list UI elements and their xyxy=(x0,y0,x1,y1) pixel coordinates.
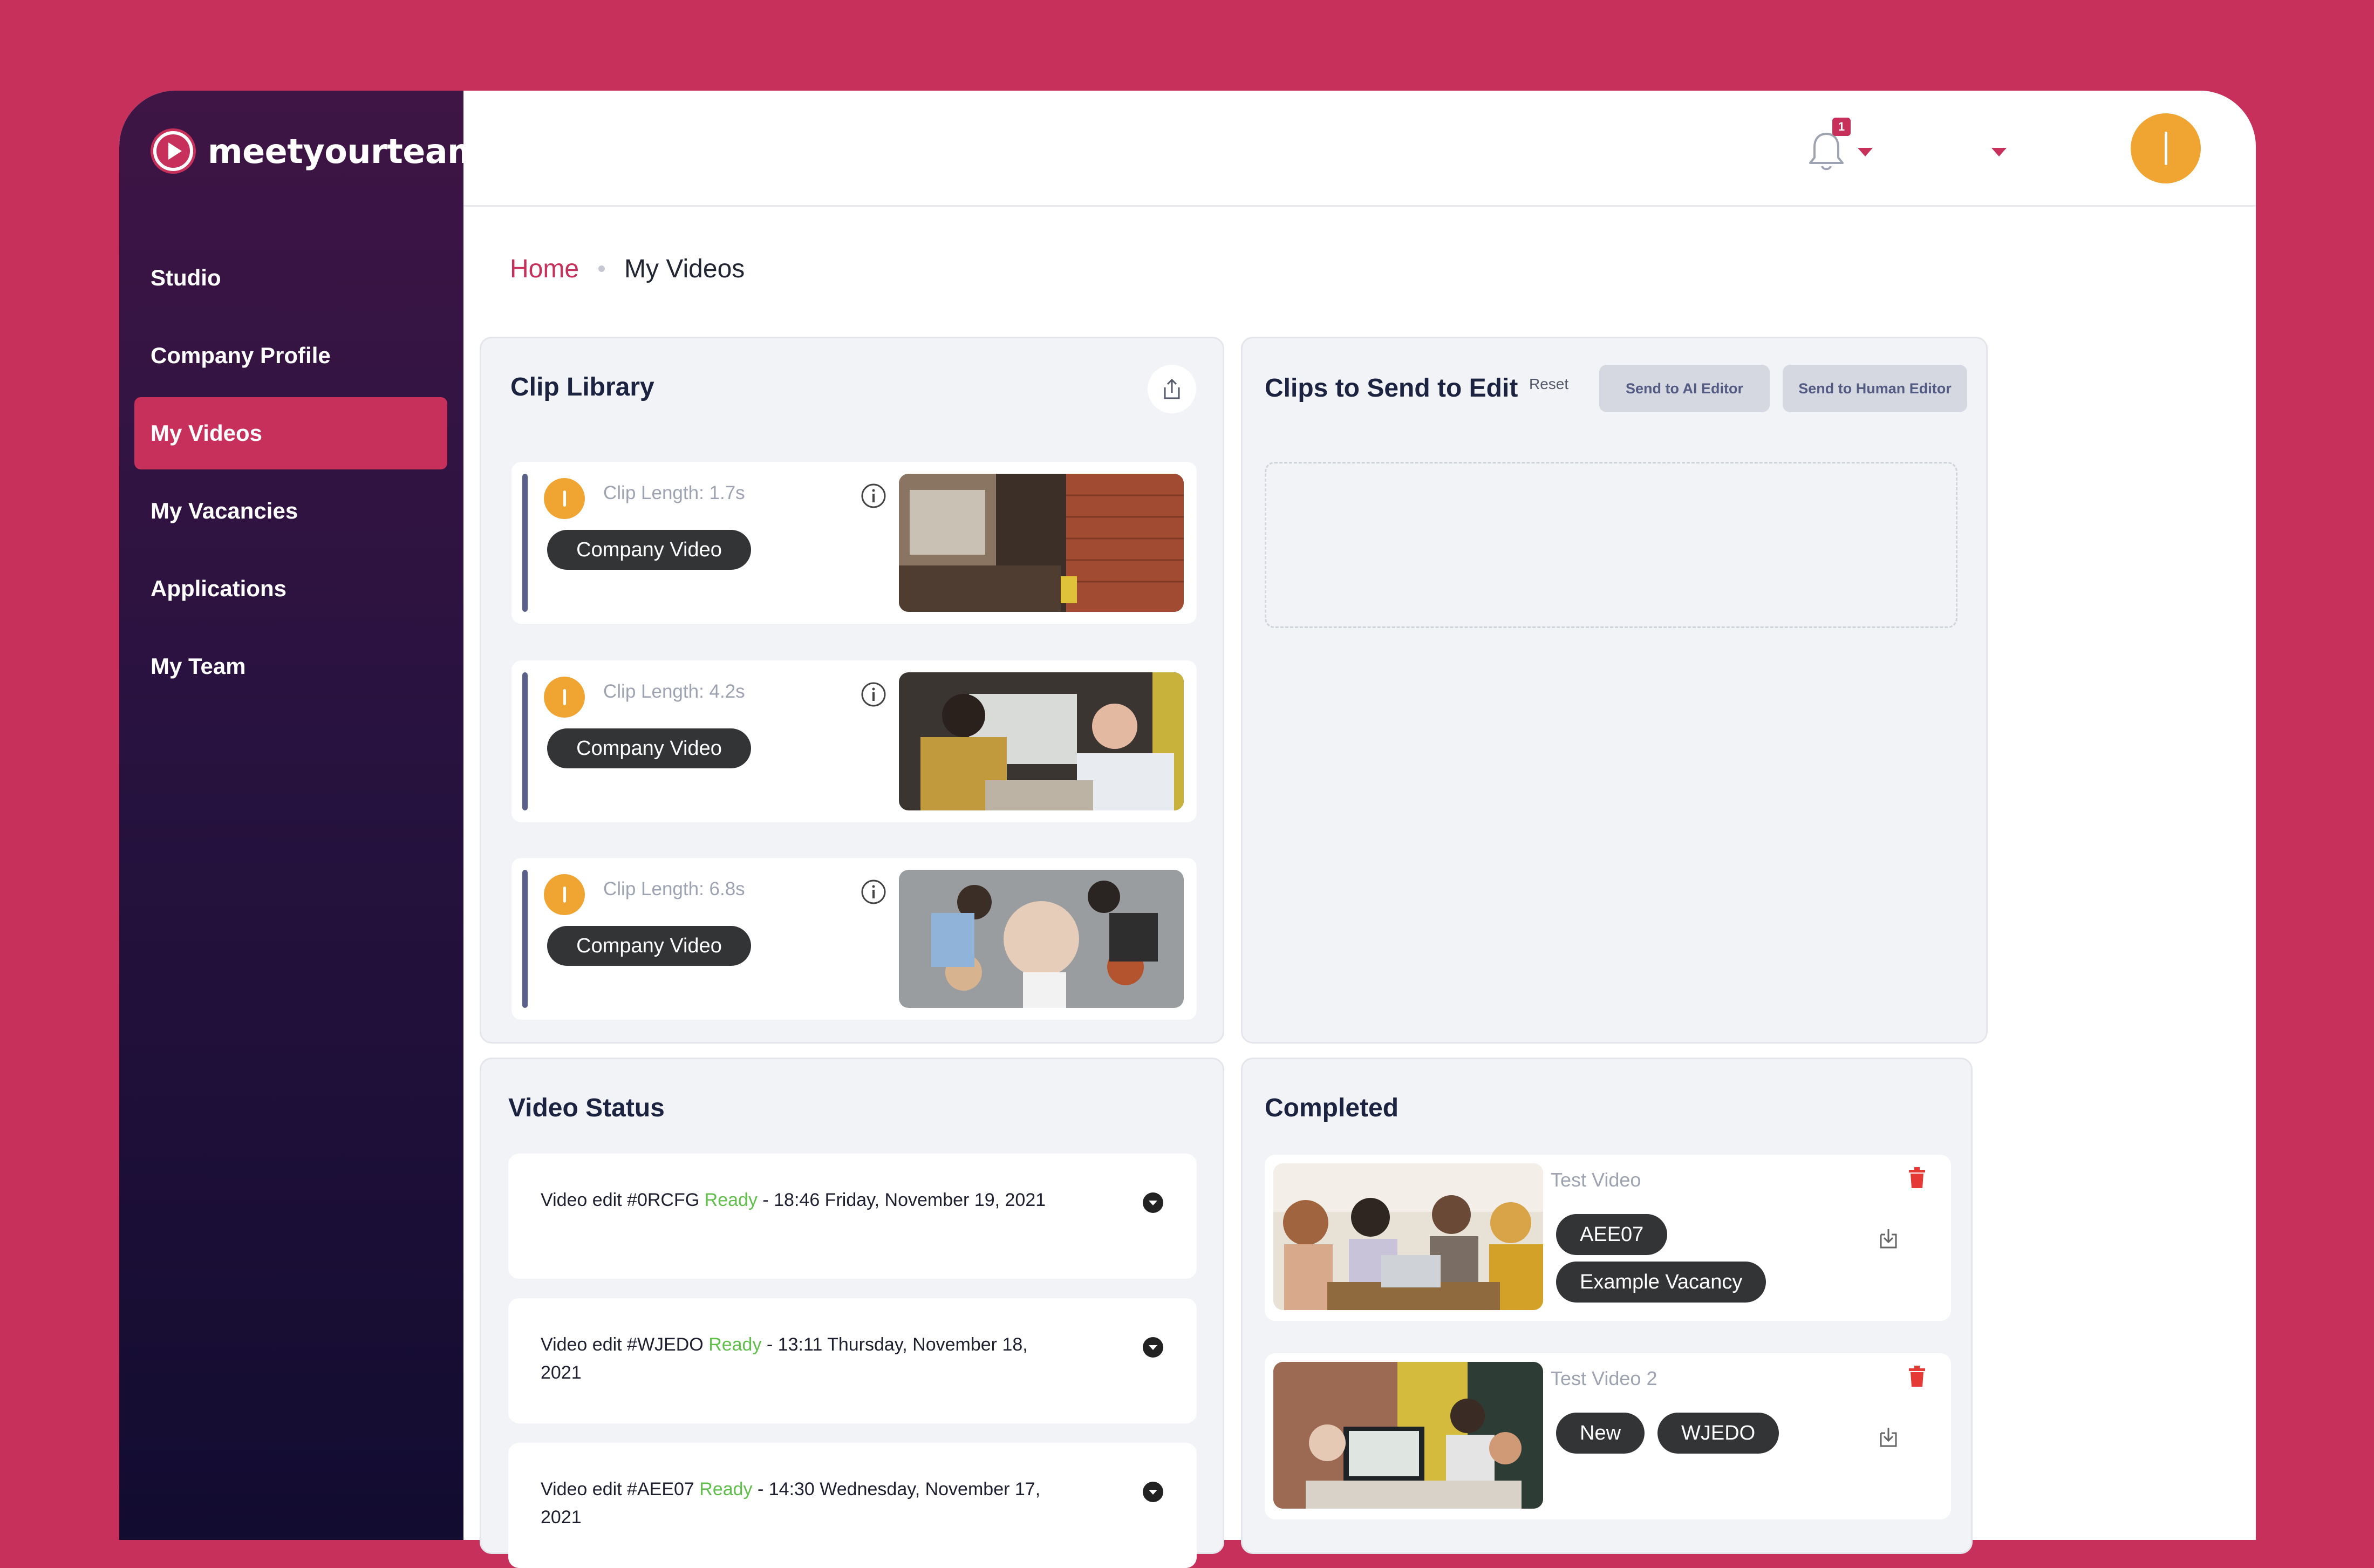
send-to-human-editor-button[interactable]: Send to Human Editor xyxy=(1783,365,1967,412)
status-ready: Ready xyxy=(699,1479,753,1499)
brand-name: meetyourteam xyxy=(208,131,482,171)
chevron-down-icon[interactable] xyxy=(1143,1192,1163,1213)
video-edit-id: Video edit #WJEDO xyxy=(541,1334,709,1355)
video-status-title: Video Status xyxy=(508,1094,665,1122)
sidebar-item-label: Studio xyxy=(151,265,221,290)
user-avatar[interactable] xyxy=(2131,113,2201,183)
completed-video-card[interactable]: Test Video 2 New WJEDO xyxy=(1265,1353,1951,1519)
clip-card[interactable]: Clip Length: 4.2s Company Video xyxy=(511,660,1197,822)
chevron-down-icon[interactable] xyxy=(1143,1337,1163,1358)
sidebar: meetyourteam Studio Company Profile My V… xyxy=(119,91,482,1540)
sidebar-item-my-vacancies[interactable]: My Vacancies xyxy=(134,475,447,547)
send-to-edit-panel xyxy=(1241,337,1988,1044)
breadcrumb: Home My Videos xyxy=(510,253,745,285)
video-status-text: Video edit #0RCFG Ready - 18:46 Friday, … xyxy=(541,1186,1059,1214)
sidebar-item-label: Applications xyxy=(151,576,287,601)
video-edit-id: Video edit #0RCFG xyxy=(541,1190,705,1210)
notifications-chevron-down-icon[interactable] xyxy=(1858,148,1873,156)
info-icon[interactable] xyxy=(860,681,887,708)
clip-length: Clip Length: 4.2s xyxy=(603,681,745,702)
video-status-item[interactable]: Video edit #0RCFG Ready - 18:46 Friday, … xyxy=(508,1154,1197,1279)
upload-clip-button[interactable] xyxy=(1148,365,1196,413)
completed-title: Completed xyxy=(1265,1094,1399,1122)
completed-video-title: Test Video xyxy=(1551,1169,1641,1191)
clip-tag: Company Video xyxy=(547,926,751,966)
info-icon[interactable] xyxy=(860,482,887,509)
upload-icon xyxy=(1164,378,1180,399)
sidebar-item-label: My Videos xyxy=(151,420,262,446)
sidebar-item-label: My Vacancies xyxy=(151,498,298,523)
completed-video-tag: Example Vacancy xyxy=(1556,1262,1766,1303)
completed-video-thumbnail[interactable] xyxy=(1273,1163,1543,1310)
clip-tag: Company Video xyxy=(547,728,751,768)
video-status-text: Video edit #WJEDO Ready - 13:11 Thursday… xyxy=(541,1331,1059,1387)
completed-video-tag: New xyxy=(1556,1413,1645,1454)
user-menu-chevron-down-icon[interactable] xyxy=(1991,148,2007,156)
clip-thumbnail-team-huddle[interactable] xyxy=(899,870,1184,1008)
sidebar-item-my-team[interactable]: My Team xyxy=(134,630,447,703)
chevron-down-icon[interactable] xyxy=(1143,1482,1163,1502)
status-ready: Ready xyxy=(708,1334,762,1355)
sidebar-item-label: My Team xyxy=(151,653,246,679)
clip-accent-bar xyxy=(522,474,528,612)
sidebar-item-my-videos[interactable]: My Videos xyxy=(134,397,447,469)
bell-icon[interactable] xyxy=(1807,129,1846,173)
video-status-item[interactable]: Video edit #WJEDO Ready - 13:11 Thursday… xyxy=(508,1298,1197,1423)
download-icon[interactable] xyxy=(1878,1226,1899,1250)
completed-video-thumbnail[interactable] xyxy=(1273,1362,1543,1509)
clip-drop-zone[interactable] xyxy=(1265,462,1957,628)
trash-icon[interactable] xyxy=(1907,1165,1927,1189)
clip-owner-avatar xyxy=(544,677,585,718)
clip-library-title: Clip Library xyxy=(510,373,654,401)
download-icon[interactable] xyxy=(1878,1424,1899,1448)
send-to-edit-title: Clips to Send to Edit xyxy=(1265,374,1518,403)
clip-length: Clip Length: 6.8s xyxy=(603,878,745,899)
status-ready: Ready xyxy=(704,1190,758,1210)
send-to-ai-editor-button[interactable]: Send to AI Editor xyxy=(1599,365,1770,412)
completed-video-card[interactable]: Test Video AEE07 Example Vacancy xyxy=(1265,1155,1951,1321)
sidebar-item-studio[interactable]: Studio xyxy=(134,242,447,314)
clip-tag: Company Video xyxy=(547,530,751,570)
clip-thumbnail-meeting[interactable] xyxy=(899,672,1184,810)
video-edit-id: Video edit #AEE07 xyxy=(541,1479,700,1499)
clip-owner-avatar xyxy=(544,478,585,519)
breadcrumb-current: My Videos xyxy=(624,254,745,283)
info-icon[interactable] xyxy=(860,878,887,905)
completed-video-tag: WJEDO xyxy=(1657,1413,1779,1454)
clip-accent-bar xyxy=(522,672,528,810)
trash-icon[interactable] xyxy=(1907,1364,1927,1388)
completed-video-tag: AEE07 xyxy=(1556,1214,1668,1255)
video-edit-timestamp: - 18:46 Friday, November 19, 2021 xyxy=(757,1190,1046,1210)
completed-video-title: Test Video 2 xyxy=(1551,1367,1657,1389)
clip-card[interactable]: Clip Length: 6.8s Company Video xyxy=(511,858,1197,1020)
sidebar-item-company-profile[interactable]: Company Profile xyxy=(134,319,447,392)
reset-button[interactable]: Reset xyxy=(1529,376,1568,393)
breadcrumb-home-link[interactable]: Home xyxy=(510,254,579,284)
video-status-text: Video edit #AEE07 Ready - 14:30 Wednesda… xyxy=(541,1475,1059,1531)
clip-accent-bar xyxy=(522,870,528,1008)
clip-thumbnail-office[interactable] xyxy=(899,474,1184,612)
sidebar-nav: Studio Company Profile My Videos My Vaca… xyxy=(134,242,447,708)
clip-owner-avatar xyxy=(544,874,585,915)
clip-length: Clip Length: 1.7s xyxy=(603,482,745,503)
top-bar xyxy=(463,91,2256,207)
brand-logo[interactable]: meetyourteam xyxy=(148,124,482,178)
play-circle-icon xyxy=(151,128,196,174)
clip-card[interactable]: Clip Length: 1.7s Company Video xyxy=(511,462,1197,624)
sidebar-item-applications[interactable]: Applications xyxy=(134,553,447,625)
breadcrumb-separator xyxy=(598,265,605,272)
video-status-item[interactable]: Video edit #AEE07 Ready - 14:30 Wednesda… xyxy=(508,1443,1197,1568)
sidebar-item-label: Company Profile xyxy=(151,343,331,368)
notification-badge: 1 xyxy=(1832,118,1851,136)
